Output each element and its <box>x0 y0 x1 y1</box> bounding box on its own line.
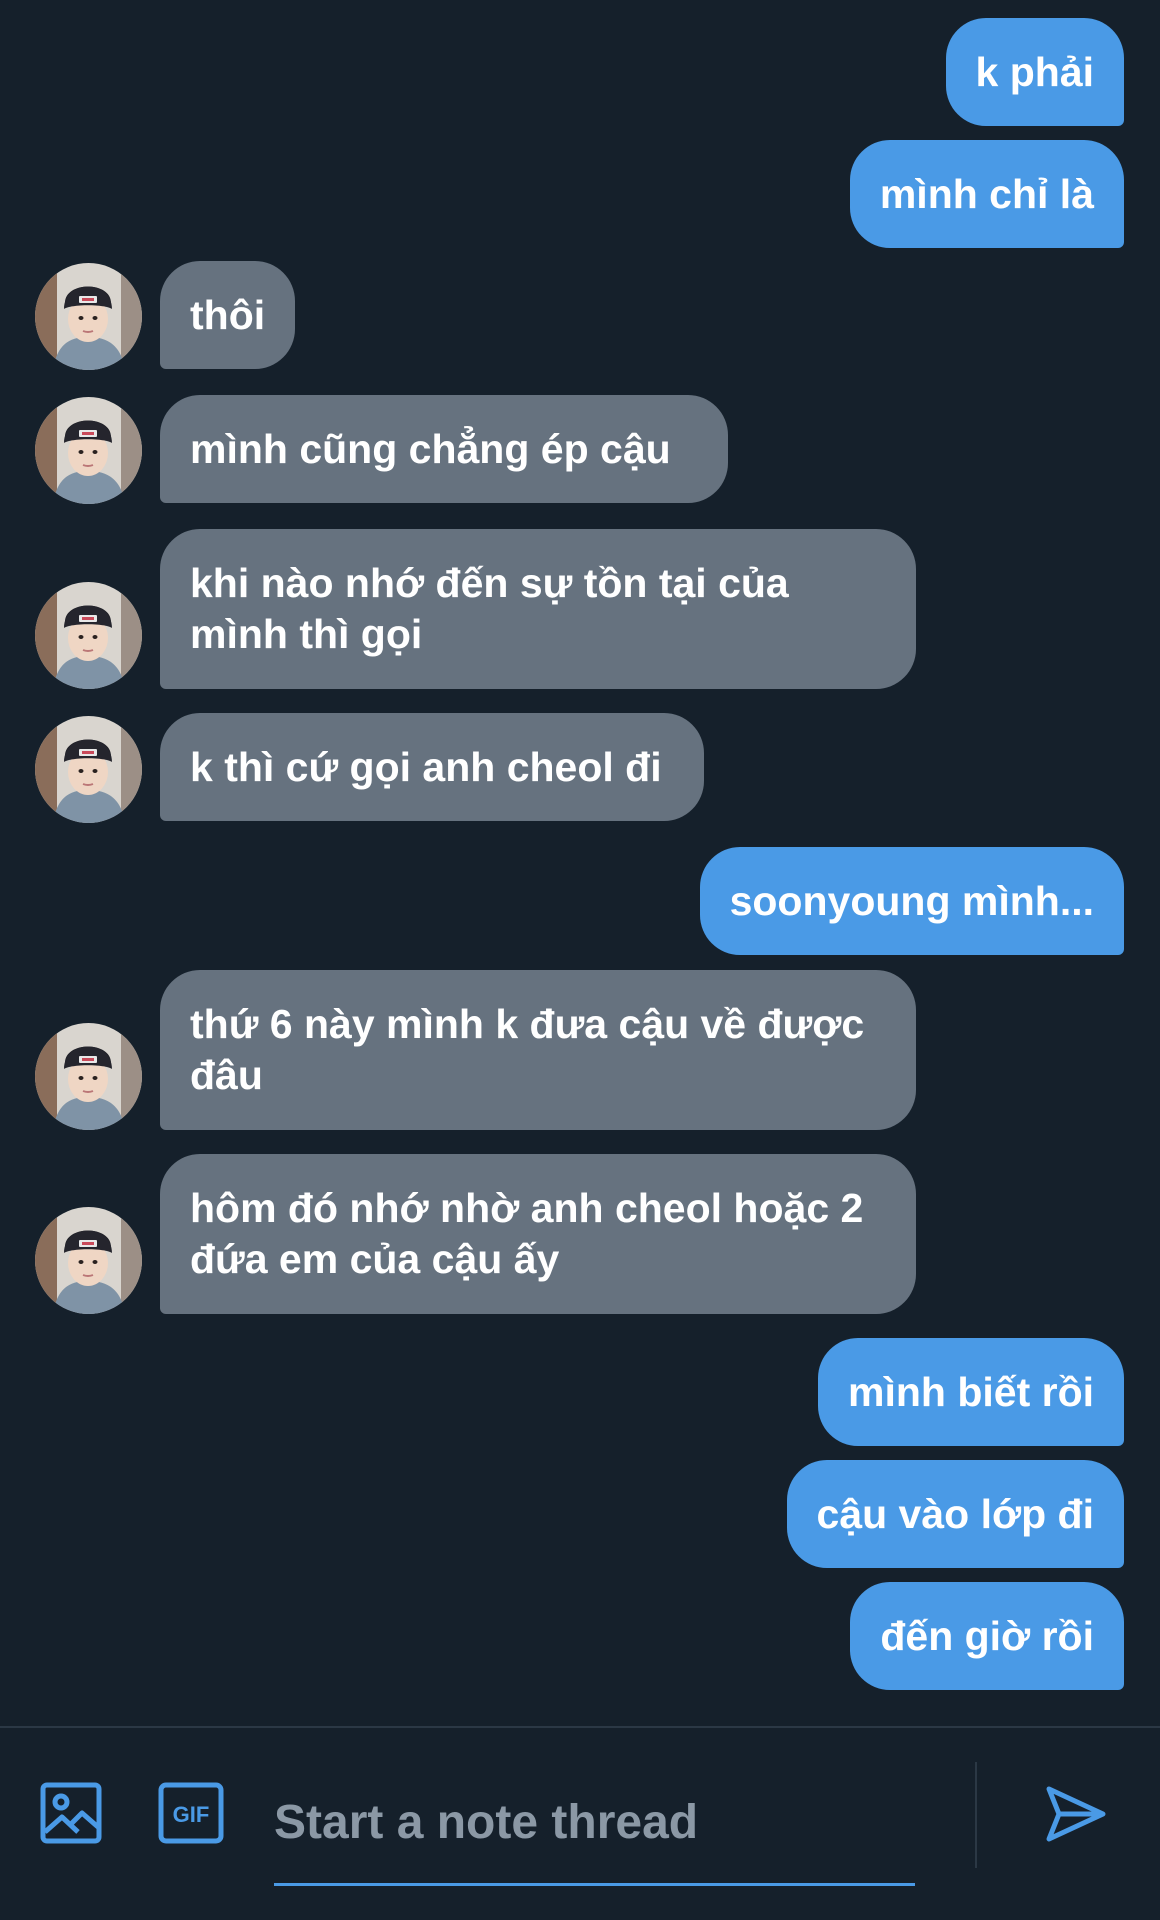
message-bubble-received[interactable]: hôm đó nhớ nhờ anh cheol hoặc 2 đứa em c… <box>160 1154 916 1314</box>
message-bubble-received[interactable]: mình cũng chẳng ép cậu <box>160 395 728 503</box>
input-underline <box>274 1883 915 1886</box>
composer-separator <box>975 1762 977 1868</box>
send-icon[interactable] <box>1045 1783 1107 1845</box>
svg-text:GIF: GIF <box>173 1802 210 1827</box>
message-bubble-sent[interactable]: soonyoung mình... <box>699 847 1124 955</box>
message-bubble-received[interactable]: thứ 6 này mình k đưa cậu về được đâu <box>160 970 916 1130</box>
image-icon[interactable] <box>40 1782 102 1844</box>
note-thread-input[interactable] <box>274 1780 914 1864</box>
avatar[interactable] <box>35 1207 142 1314</box>
message-bubble-sent[interactable]: mình chỉ là <box>849 140 1124 248</box>
composer-bar: GIF <box>0 1728 1160 1920</box>
message-thread: k phải mình chỉ là thôi mình cũng chẳng … <box>0 0 1160 1726</box>
avatar[interactable] <box>35 263 142 370</box>
avatar[interactable] <box>35 397 142 504</box>
message-bubble-sent[interactable]: đến giờ rồi <box>850 1582 1124 1690</box>
gif-icon[interactable]: GIF <box>158 1782 224 1844</box>
message-bubble-sent[interactable]: k phải <box>945 18 1124 126</box>
message-bubble-received[interactable]: thôi <box>160 261 296 369</box>
message-bubble-received[interactable]: khi nào nhớ đến sự tồn tại của mình thì … <box>160 529 916 689</box>
message-bubble-received[interactable]: k thì cứ gọi anh cheol đi <box>160 713 704 821</box>
avatar[interactable] <box>35 1023 142 1130</box>
message-bubble-sent[interactable]: cậu vào lớp đi <box>786 1460 1124 1568</box>
avatar[interactable] <box>35 582 142 689</box>
avatar[interactable] <box>35 716 142 823</box>
message-bubble-sent[interactable]: mình biết rồi <box>818 1338 1124 1446</box>
